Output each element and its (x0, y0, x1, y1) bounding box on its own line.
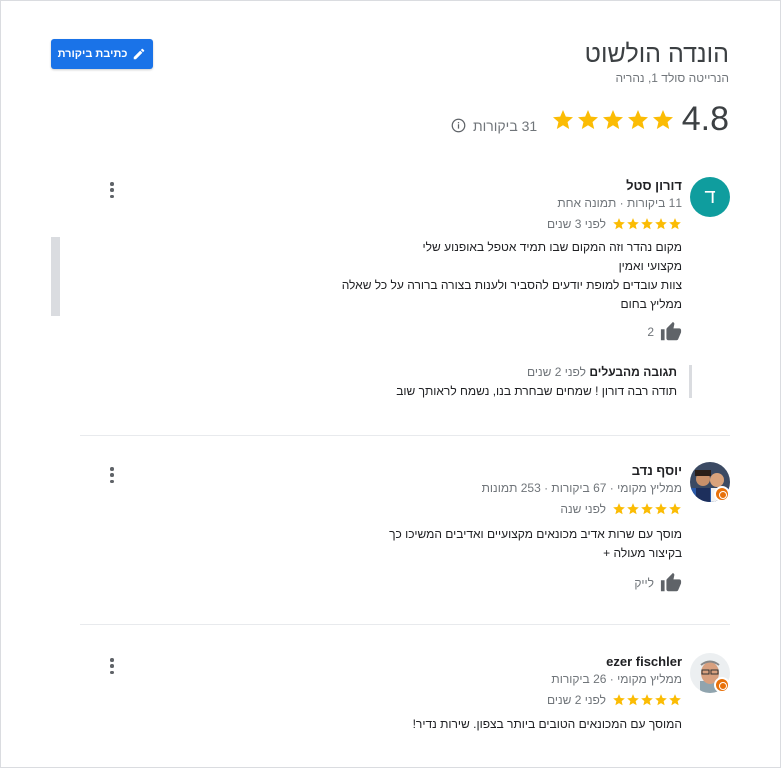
star-icon (613, 503, 625, 515)
star-icon (627, 694, 639, 706)
review-text-line: מקום נהדר וזה המקום שבו תמיד אטפל באופנו… (422, 240, 682, 254)
star-icon (641, 503, 653, 515)
review-text: מוסך עם שרות אדיב מכונאים מקצועיים ואדיב… (389, 525, 682, 563)
review-date: לפני שנה (560, 502, 606, 516)
place-title: הונדה הולשוט (584, 40, 729, 68)
star-icon (613, 218, 625, 230)
star-icon (628, 110, 648, 129)
star-icon (641, 218, 653, 230)
more-options-icon[interactable] (108, 658, 116, 674)
divider (80, 435, 730, 436)
avatar[interactable]: ד (690, 177, 730, 217)
review-stars (612, 693, 682, 707)
owner-response: תגובה מהבעלים לפני 2 שנים תודה רבה דורון… (396, 365, 692, 398)
star-icon (655, 503, 667, 515)
reviewer-meta: 11 ביקורות · תמונה אחת (557, 196, 682, 210)
star-icon (553, 110, 573, 129)
rating-value: 4.8 (681, 100, 729, 138)
star-icon (669, 503, 681, 515)
review-stars (612, 502, 682, 516)
review-date: לפני 2 שנים (546, 693, 606, 707)
star-icon (655, 694, 667, 706)
owner-response-date: לפני 2 שנים (526, 365, 586, 379)
star-icon (653, 110, 673, 129)
review-date: לפני 3 שנים (546, 217, 606, 231)
star-icon (627, 503, 639, 515)
reviewer-name[interactable]: דורון סטל (626, 178, 682, 193)
more-options-icon[interactable] (108, 467, 116, 483)
review-text-line: ממליץ בחום (620, 297, 682, 311)
like-count: 2 (647, 325, 654, 339)
review-card: ezer fischler ממליץ מקומי · 26 ביקורות ל… (80, 653, 730, 743)
review-text: מקום נהדר וזה המקום שבו תמיד אטפל באופנו… (342, 238, 682, 314)
review-rating-row: לפני 3 שנים (547, 217, 682, 231)
review-text-line: בקיצור מעולה + (603, 546, 682, 560)
review-count[interactable]: 31 ביקורות (473, 118, 537, 134)
local-guide-badge-icon (714, 486, 730, 502)
star-icon (603, 110, 623, 129)
owner-response-label: תגובה מהבעלים (589, 365, 677, 379)
reviewer-name[interactable]: ezer fischler (606, 654, 682, 669)
star-icon (627, 218, 639, 230)
thumbs-up-icon (660, 572, 682, 592)
reviewer-name[interactable]: יוסף נדב (632, 463, 682, 478)
info-icon[interactable] (451, 118, 466, 133)
like-button[interactable]: לייק (634, 572, 682, 594)
reviewer-meta: ממליץ מקומי · 26 ביקורות (551, 672, 682, 686)
review-rating-row: לפני שנה (560, 502, 682, 516)
more-options-icon[interactable] (108, 182, 116, 198)
star-icon (655, 218, 667, 230)
scrollbar-thumb[interactable] (51, 237, 60, 316)
star-icon (613, 694, 625, 706)
review-card: יוסף נדב ממליץ מקומי · 67 ביקורות · 253 … (80, 462, 730, 602)
star-icon (669, 218, 681, 230)
star-icon (641, 694, 653, 706)
review-text-line: צוות עובדים למופת יודעים להסביר ולענות ב… (341, 278, 682, 292)
review-text: המוסך עם המכונאים הטובים ביותר בצפון. שי… (413, 715, 682, 734)
write-review-button[interactable]: כתיבת ביקורת (51, 39, 153, 69)
local-guide-badge-icon (714, 677, 730, 693)
review-stars (612, 217, 682, 231)
thumbs-up-icon (660, 321, 682, 341)
review-text-line: מוסך עם שרות אדיב מכונאים מקצועיים ואדיב… (389, 527, 682, 541)
place-address: הנרייטה סולד 1, נהריה (615, 71, 729, 85)
review-text-line: מקצועי ואמין (618, 259, 682, 273)
star-icon (578, 110, 598, 129)
review-card: ד דורון סטל 11 ביקורות · תמונה אחת לפני … (80, 177, 730, 417)
review-rating-row: לפני 2 שנים (547, 693, 682, 707)
review-text-line: המוסך עם המכונאים הטובים ביותר בצפון. שי… (412, 717, 682, 731)
pencil-icon (134, 48, 145, 60)
star-icon (669, 694, 681, 706)
like-button[interactable]: 2 (647, 321, 682, 343)
owner-response-text: תודה רבה דורון ! שמחים שבחרת בנו, נשמח ל… (396, 384, 677, 398)
divider (80, 624, 730, 625)
like-label: לייק (634, 576, 654, 590)
write-review-label: כתיבת ביקורת (57, 48, 128, 60)
rating-stars (551, 108, 675, 132)
reviewer-meta: ממליץ מקומי · 67 ביקורות · 253 תמונות (481, 481, 682, 495)
